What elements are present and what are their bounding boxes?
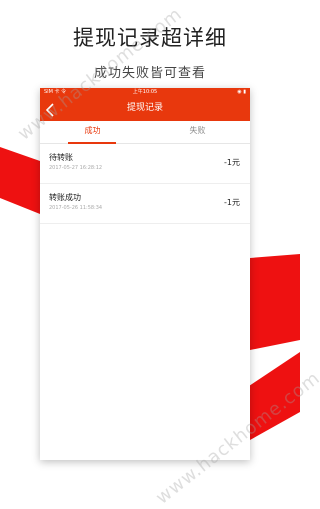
record-status: 转账成功 xyxy=(49,193,81,202)
list-item[interactable]: 转账成功 2017-05-26 11:58:34 -1元 xyxy=(40,184,250,224)
tab-failed[interactable]: 失败 xyxy=(145,121,250,141)
red-stripe-right xyxy=(250,254,300,350)
battery-icon: ◉ ▮ xyxy=(237,89,246,95)
record-amount: -1元 xyxy=(224,198,240,207)
record-status: 待转账 xyxy=(49,153,73,162)
record-time: 2017-05-26 11:58:34 xyxy=(49,205,103,211)
phone-screen: SIM 卡 令 上午10:05 ◉ ▮ 提现记录 成功 失败 待转账 2017-… xyxy=(40,88,250,460)
list-item[interactable]: 待转账 2017-05-27 16:28:12 -1元 xyxy=(40,144,250,184)
record-time: 2017-05-27 16:28:12 xyxy=(49,165,103,171)
tab-success[interactable]: 成功 xyxy=(40,121,145,141)
promo-subtitle: 成功失败皆可查看 xyxy=(93,66,206,81)
record-list: 待转账 2017-05-27 16:28:12 -1元 转账成功 2017-05… xyxy=(40,144,250,224)
record-amount: -1元 xyxy=(224,158,240,167)
tab-bar: 成功 失败 xyxy=(40,121,250,144)
